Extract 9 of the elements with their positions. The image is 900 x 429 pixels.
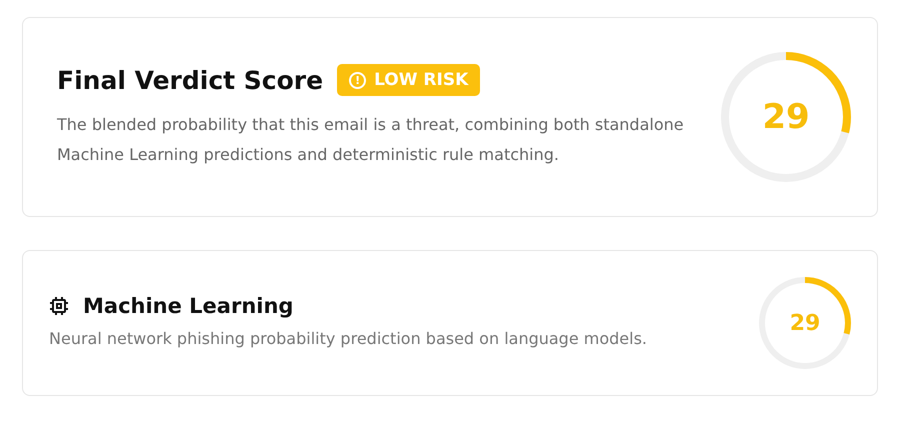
score-value: 29 bbox=[788, 310, 822, 338]
card-title: Final Verdict Score bbox=[57, 66, 324, 94]
alert-icon: ! bbox=[349, 72, 366, 88]
risk-badge: ! LOW RISK bbox=[337, 64, 480, 96]
card-description: The blended probability that this email is a threat, combining both standalone Machine Learning predictions and deterministic rule matching. bbox=[57, 114, 685, 166]
card-description: Neural network phishing probability prediction based on language models. bbox=[49, 328, 648, 350]
card-title: Machine Learning bbox=[83, 294, 294, 318]
score-value: 29 bbox=[761, 96, 811, 139]
chip-icon bbox=[49, 296, 69, 316]
